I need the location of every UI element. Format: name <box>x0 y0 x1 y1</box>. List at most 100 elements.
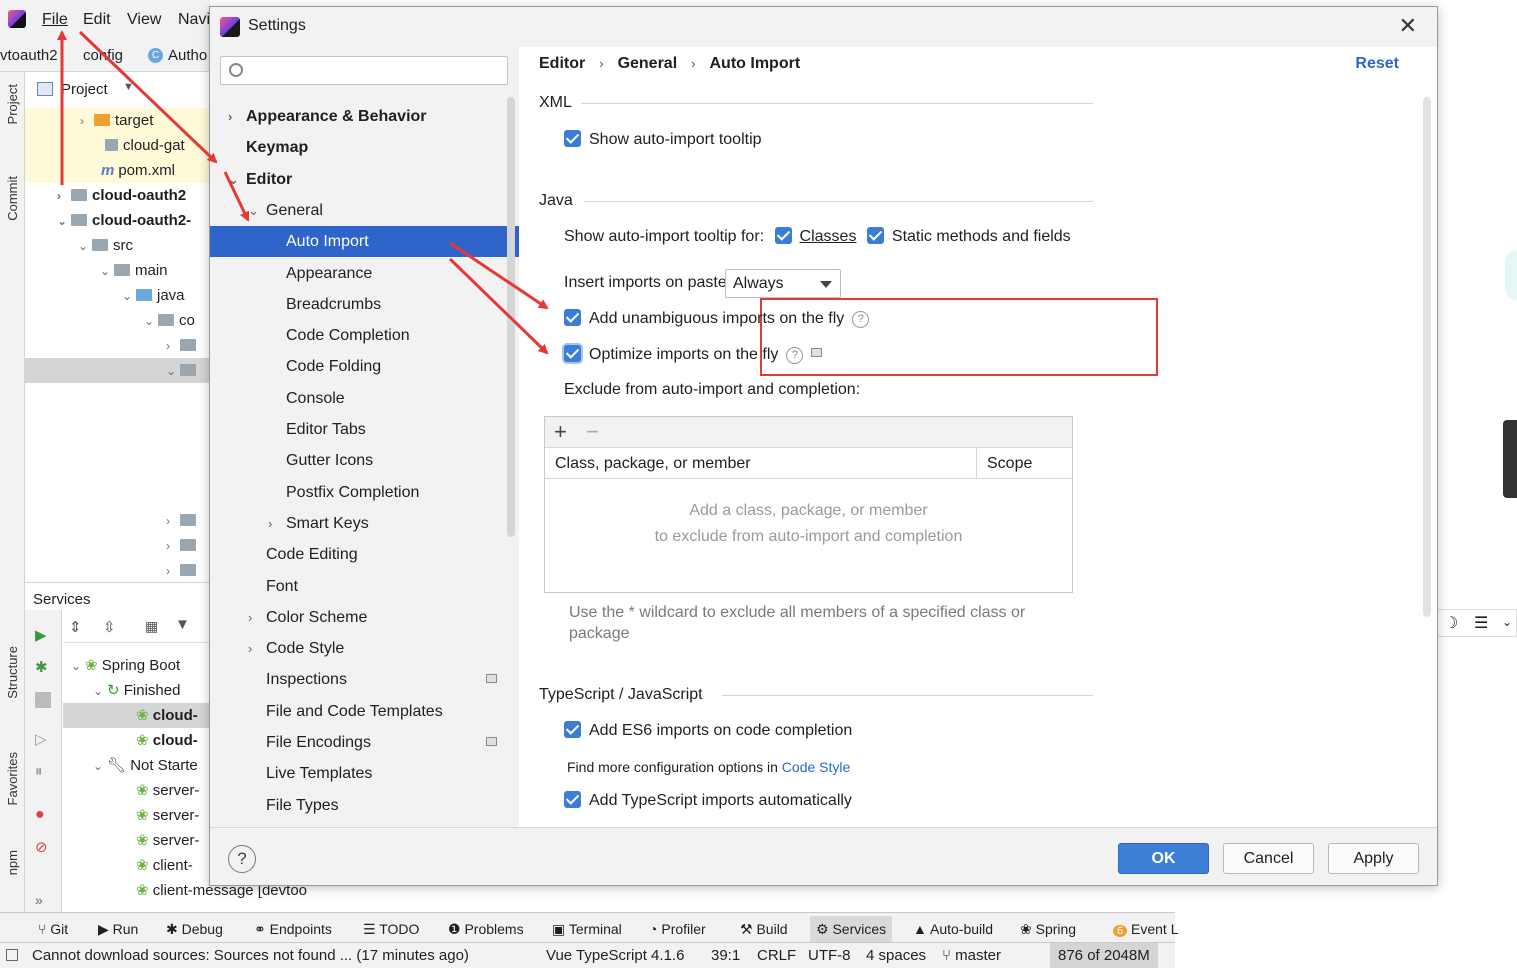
ts-es6-checkbox[interactable]: Add ES6 imports on code completion <box>564 720 852 742</box>
chevron-down-icon[interactable]: ⌄ <box>228 164 239 195</box>
nav-item[interactable]: Console <box>210 383 519 414</box>
services-row[interactable]: ❀ cloud- <box>63 703 210 728</box>
chevron-down-icon[interactable]: ⌄ <box>93 679 107 703</box>
nav-item[interactable]: Keymap <box>210 132 519 163</box>
tab-endpoints[interactable]: ⚭ Endpoints <box>254 921 332 938</box>
checkbox-checked-icon[interactable] <box>564 345 581 362</box>
nav-item[interactable]: › Code Style <box>210 633 519 664</box>
tree-row[interactable]: ⌄ main <box>25 258 210 283</box>
tab-build[interactable]: ⚒ Build <box>740 921 788 938</box>
chevron-right-icon[interactable]: › <box>57 184 71 208</box>
chevron-down-icon[interactable]: ⌄ <box>144 309 158 333</box>
tree-row[interactable]: ⌄ java <box>25 283 210 308</box>
ts-add-auto-checkbox[interactable]: Add TypeScript imports automatically <box>564 790 852 812</box>
filter-icon[interactable]: ▼ <box>175 616 190 633</box>
menu-view[interactable]: View <box>127 11 161 29</box>
chevron-down-icon[interactable]: ▼ <box>123 81 134 93</box>
nav-item[interactable]: › Color Scheme <box>210 602 519 633</box>
chevron-down-icon[interactable]: ⌄ <box>100 259 114 283</box>
status-memory[interactable]: 876 of 2048M <box>1050 943 1158 968</box>
chevron-right-icon[interactable]: › <box>166 509 180 533</box>
chevron-down-icon[interactable]: ⌄ <box>78 234 92 258</box>
favorites-tool-tab[interactable]: Favorites <box>5 752 20 805</box>
nav-item[interactable]: Appearance <box>210 258 519 289</box>
nav-item[interactable]: Inspections <box>210 664 519 695</box>
column-class-package-member[interactable]: Class, package, or member <box>555 448 751 479</box>
menu-edit[interactable]: Edit <box>83 11 111 29</box>
nav-item[interactable]: ⌄ Editor <box>210 164 519 195</box>
breadcrumb-package[interactable]: config <box>83 47 123 64</box>
status-position[interactable]: 39:1 <box>711 947 740 964</box>
nav-item[interactable]: Live Templates <box>210 758 519 789</box>
status-ts-version[interactable]: Vue TypeScript 4.1.6 <box>546 947 684 964</box>
mute-breakpoints-icon[interactable]: ⊘ <box>35 838 51 856</box>
status-toggle-icon[interactable] <box>6 949 18 961</box>
nav-item[interactable]: Code Completion <box>210 320 519 351</box>
tab-todo[interactable]: ☰ TODO <box>363 921 419 938</box>
nav-item[interactable]: ⌄ General <box>210 195 519 226</box>
tree-row[interactable]: › <box>25 333 210 358</box>
status-encoding[interactable]: UTF-8 <box>808 947 851 964</box>
checkbox-checked-icon[interactable] <box>866 227 884 244</box>
services-row[interactable]: ⌄ 🔧︎ Not Starte <box>63 753 210 778</box>
tree-row[interactable]: ⌄ cloud-oauth2- <box>25 208 210 233</box>
chevron-right-icon[interactable]: › <box>248 633 252 664</box>
tab-profiler[interactable]: ◔ Profiler <box>649 921 706 937</box>
nav-item[interactable]: Font <box>210 571 519 602</box>
insert-on-paste-select[interactable]: Always <box>725 269 841 298</box>
tab-git[interactable]: ⑂ Git <box>38 921 68 937</box>
nav-item[interactable]: File Encodings <box>210 727 519 758</box>
menu-icon[interactable]: ☰ <box>1474 613 1488 633</box>
menu-file[interactable]: File <box>42 11 68 29</box>
chevron-right-icon[interactable]: › <box>80 109 94 133</box>
more-icon[interactable]: » <box>35 892 51 908</box>
nav-item[interactable]: Auto Import <box>210 226 519 257</box>
chevron-right-icon[interactable]: › <box>268 508 272 539</box>
nav-item[interactable]: › Smart Keys <box>210 508 519 539</box>
tab-terminal[interactable]: ▣ Terminal <box>552 921 622 938</box>
breadcrumb-class[interactable]: Autho <box>168 47 207 64</box>
tree-row[interactable]: m pom.xml <box>25 158 210 183</box>
tree-row[interactable]: › cloud-oauth2 <box>25 183 210 208</box>
services-row[interactable]: ⌄ ↻ Finished <box>63 678 210 703</box>
services-row[interactable]: ❀ server- <box>63 803 210 828</box>
tab-services[interactable]: ⚙ Services <box>810 916 893 943</box>
tree-row[interactable]: › target <box>25 108 210 133</box>
breadcrumb-module[interactable]: vtoauth2 <box>0 47 58 64</box>
cancel-button[interactable]: Cancel <box>1223 843 1314 874</box>
tree-row[interactable]: ⌄ <box>25 358 210 383</box>
nav-item[interactable]: › Appearance & Behavior <box>210 101 519 132</box>
checkbox-checked-icon[interactable] <box>564 309 581 326</box>
status-message[interactable]: Cannot download sources: Sources not fou… <box>32 947 469 964</box>
code-style-link[interactable]: Code Style <box>782 759 850 775</box>
stop-icon[interactable] <box>35 692 51 708</box>
add-unambiguous-checkbox[interactable]: Add unambiguous imports on the fly? <box>564 308 870 330</box>
ok-button[interactable]: OK <box>1118 843 1209 874</box>
collapse-all-icon[interactable]: ⇳ <box>103 618 116 636</box>
status-branch[interactable]: ⑂ master <box>942 947 1001 964</box>
chevron-right-icon[interactable]: › <box>166 534 180 558</box>
npm-tool-tab[interactable]: npm <box>5 850 20 875</box>
project-tool-tab[interactable]: Project <box>5 84 20 124</box>
chevron-down-icon[interactable]: ⌄ <box>248 195 259 226</box>
java-classes-checkbox[interactable]: Classes <box>774 227 856 245</box>
nav-item[interactable]: Gutter Icons <box>210 445 519 476</box>
checkbox-checked-icon[interactable] <box>564 130 581 147</box>
tree-row[interactable]: › <box>25 533 210 558</box>
status-line-separator[interactable]: CRLF <box>757 947 796 964</box>
help-icon[interactable]: ? <box>786 347 804 364</box>
chevron-down-icon[interactable]: ⌄ <box>93 754 107 778</box>
chevron-right-icon[interactable]: › <box>248 602 252 633</box>
expand-all-icon[interactable]: ⇕ <box>69 618 82 636</box>
services-row[interactable]: ❀ server- <box>63 828 210 853</box>
content-scrollbar[interactable] <box>1423 97 1431 617</box>
tree-row[interactable]: ⌄ src <box>25 233 210 258</box>
chevron-right-icon[interactable]: › <box>166 559 180 583</box>
tab-problems[interactable]: ❶ Problems <box>448 921 524 938</box>
nav-item[interactable]: Postfix Completion <box>210 477 519 508</box>
menu-navigate[interactable]: Navi <box>178 11 210 29</box>
tree-row[interactable]: › <box>25 508 210 533</box>
nav-item[interactable]: Breadcrumbs <box>210 289 519 320</box>
tab-event-log[interactable]: 6 Event L <box>1113 921 1179 937</box>
crumb-general[interactable]: General <box>618 55 678 72</box>
